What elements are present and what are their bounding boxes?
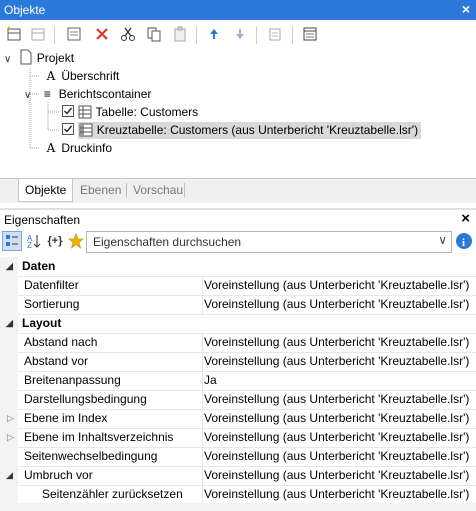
property-search-input[interactable]: Eigenschaften durchsuchen ∨ bbox=[86, 231, 452, 253]
properties-toolbar: AZ {+} Eigenschaften durchsuchen ∨ i bbox=[0, 229, 476, 255]
text-object-icon: A bbox=[46, 141, 56, 155]
property-value[interactable]: Voreinstellung (aus Unterbericht 'Kreuzt… bbox=[202, 276, 469, 295]
property-value[interactable]: Voreinstellung (aus Unterbericht 'Kreuzt… bbox=[202, 333, 469, 352]
property-row[interactable]: ▷ Ebene im Inhaltsverzeichnis Voreinstel… bbox=[0, 428, 476, 448]
category-label: Daten bbox=[22, 259, 56, 273]
tree-node-label: Überschrift bbox=[61, 69, 120, 83]
delete-icon[interactable] bbox=[92, 24, 112, 44]
tree-node-druckinfo[interactable]: A Druckinfo bbox=[44, 139, 112, 157]
tab-vorschau[interactable]: Vorschau bbox=[127, 179, 189, 201]
objects-toolbar bbox=[0, 22, 476, 48]
object-tree: ∨ Projekt A Überschrift ∨ ≡ Berichtscont… bbox=[0, 48, 476, 178]
crosstab-icon bbox=[79, 123, 93, 137]
paste-icon[interactable] bbox=[170, 24, 190, 44]
expand-triangle-icon[interactable]: ▷ bbox=[7, 409, 14, 428]
svg-text:i: i bbox=[462, 237, 465, 249]
search-placeholder: Eigenschaften durchsuchen bbox=[93, 235, 242, 249]
document-icon bbox=[20, 49, 32, 65]
tree-node-label: Tabelle: Customers bbox=[95, 105, 199, 119]
category-layout[interactable]: ◢ Layout bbox=[0, 314, 476, 334]
property-name: Darstellungsbedingung bbox=[24, 392, 147, 406]
container-icon: ≡ bbox=[43, 87, 51, 101]
property-value[interactable]: Voreinstellung (aus Unterbericht 'Kreuzt… bbox=[202, 485, 469, 504]
tree-node-ueberschrift[interactable]: A Überschrift bbox=[44, 67, 120, 85]
property-row[interactable]: ◢ Umbruch vor Voreinstellung (aus Unterb… bbox=[0, 466, 476, 486]
tree-node-tabelle[interactable]: Tabelle: Customers bbox=[62, 103, 198, 121]
new-object-icon[interactable] bbox=[4, 24, 24, 44]
move-up-icon[interactable] bbox=[204, 24, 224, 44]
collapse-triangle-icon[interactable]: ◢ bbox=[6, 257, 13, 276]
property-name: Sortierung bbox=[24, 297, 80, 311]
properties-title: Eigenschaften bbox=[4, 213, 81, 227]
append-object-icon[interactable] bbox=[28, 24, 48, 44]
expand-triangle-icon[interactable]: ▷ bbox=[7, 428, 14, 447]
property-row[interactable]: Seitenzähler zurücksetzen Voreinstellung… bbox=[0, 485, 476, 505]
property-name: Breitenanpassung bbox=[24, 373, 121, 387]
formula-icon[interactable]: {+} bbox=[44, 231, 66, 251]
svg-text:Z: Z bbox=[27, 241, 32, 249]
property-value[interactable]: Voreinstellung (aus Unterbericht 'Kreuzt… bbox=[202, 428, 469, 447]
close-icon[interactable]: × bbox=[462, 1, 470, 17]
tree-node-kreuztabelle[interactable]: Kreuztabelle: Customers (aus Unterberich… bbox=[62, 121, 422, 139]
collapse-triangle-icon[interactable]: ◢ bbox=[6, 466, 13, 485]
sort-alphabetical-icon[interactable]: AZ bbox=[24, 231, 44, 251]
property-row[interactable]: Sortierung Voreinstellung (aus Unterberi… bbox=[0, 295, 476, 315]
property-name: Ebene im Inhaltsverzeichnis bbox=[24, 430, 174, 444]
chevron-down-icon[interactable]: ∨ bbox=[4, 51, 16, 69]
property-value[interactable]: Voreinstellung (aus Unterbericht 'Kreuzt… bbox=[202, 295, 469, 314]
layout-view-icon[interactable] bbox=[300, 24, 320, 44]
property-name: Seitenzähler zurücksetzen bbox=[42, 487, 183, 501]
window-titlebar: Objekte × bbox=[0, 0, 476, 20]
property-row[interactable]: ▷ Ebene im Index Voreinstellung (aus Unt… bbox=[0, 409, 476, 429]
chevron-down-icon[interactable]: ∨ bbox=[438, 233, 447, 247]
category-label: Layout bbox=[22, 316, 62, 330]
property-value[interactable]: Voreinstellung (aus Unterbericht 'Kreuzt… bbox=[202, 390, 469, 409]
table-icon bbox=[78, 105, 92, 119]
object-tabs: Objekte Ebenen Vorschau bbox=[0, 178, 476, 203]
property-row[interactable]: Darstellungsbedingung Voreinstellung (au… bbox=[0, 390, 476, 410]
tree-node-label: Berichtscontainer bbox=[58, 87, 152, 101]
property-value[interactable]: Voreinstellung (aus Unterbericht 'Kreuzt… bbox=[202, 409, 469, 428]
export-icon[interactable] bbox=[266, 24, 286, 44]
text-object-icon: A bbox=[46, 69, 56, 83]
property-row[interactable]: Abstand nach Voreinstellung (aus Unterbe… bbox=[0, 333, 476, 353]
cut-icon[interactable] bbox=[118, 24, 138, 44]
property-value[interactable]: Ja bbox=[202, 371, 217, 390]
tree-node-berichtscontainer[interactable]: ∨ ≡ Berichtscontainer bbox=[24, 85, 151, 103]
property-value[interactable]: Voreinstellung (aus Unterbericht 'Kreuzt… bbox=[202, 466, 469, 485]
copy-icon[interactable] bbox=[144, 24, 164, 44]
category-daten[interactable]: ◢ Daten bbox=[0, 257, 476, 277]
property-row[interactable]: Seitenwechselbedingung Voreinstellung (a… bbox=[0, 447, 476, 467]
checkbox-checked-icon[interactable] bbox=[62, 123, 75, 136]
property-name: Datenfilter bbox=[24, 278, 79, 292]
property-name: Umbruch vor bbox=[24, 468, 93, 482]
properties-header: Eigenschaften × bbox=[0, 208, 476, 230]
move-down-icon[interactable] bbox=[230, 24, 250, 44]
tree-node-label: Druckinfo bbox=[61, 141, 113, 155]
properties-icon[interactable] bbox=[64, 24, 84, 44]
horizontal-scrollbar[interactable] bbox=[0, 503, 476, 511]
property-row[interactable]: Abstand vor Voreinstellung (aus Unterber… bbox=[0, 352, 476, 372]
favorites-star-icon[interactable] bbox=[66, 231, 86, 251]
tab-ebenen[interactable]: Ebenen bbox=[74, 179, 127, 201]
property-value[interactable]: Voreinstellung (aus Unterbericht 'Kreuzt… bbox=[202, 352, 469, 371]
property-row[interactable]: Breitenanpassung Ja bbox=[0, 371, 476, 391]
collapse-triangle-icon[interactable]: ◢ bbox=[6, 314, 13, 333]
chevron-down-icon[interactable]: ∨ bbox=[24, 87, 36, 105]
info-icon[interactable]: i bbox=[454, 231, 474, 251]
tree-node-projekt[interactable]: ∨ Projekt bbox=[4, 49, 74, 67]
property-row[interactable]: Datenfilter Voreinstellung (aus Unterber… bbox=[0, 276, 476, 296]
property-name: Abstand vor bbox=[24, 354, 89, 368]
property-value[interactable]: Voreinstellung (aus Unterbericht 'Kreuzt… bbox=[202, 447, 469, 466]
window-title: Objekte bbox=[4, 3, 46, 17]
categorized-view-icon[interactable] bbox=[2, 231, 22, 251]
checkbox-checked-icon[interactable] bbox=[62, 105, 75, 118]
property-name: Seitenwechselbedingung bbox=[24, 449, 158, 463]
close-icon[interactable]: × bbox=[461, 210, 470, 227]
tab-objekte[interactable]: Objekte bbox=[18, 179, 74, 202]
tree-node-label: Projekt bbox=[36, 51, 75, 65]
tree-node-label: Kreuztabelle: Customers (aus Unterberich… bbox=[96, 123, 419, 137]
property-name: Abstand nach bbox=[24, 335, 98, 349]
property-name: Ebene im Index bbox=[24, 411, 108, 425]
